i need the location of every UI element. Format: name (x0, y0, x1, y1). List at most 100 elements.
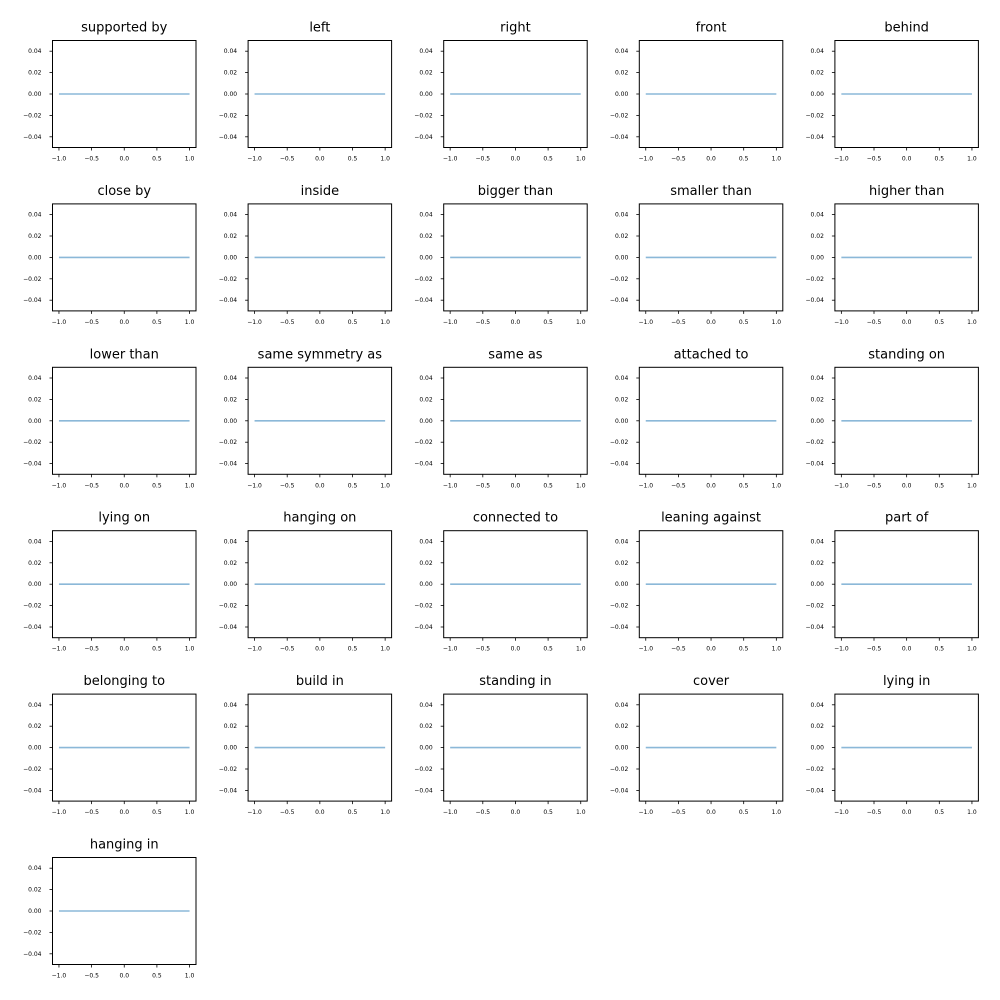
x-tick-label: 1.0 (185, 646, 195, 653)
y-tick-label: 0.04 (811, 702, 825, 709)
y-tick-label: −0.04 (23, 297, 42, 304)
subplot-title: leaning against (661, 511, 761, 526)
x-tick-label: 0.0 (511, 319, 521, 326)
subplot-title: build in (296, 674, 344, 689)
y-tick-label: −0.02 (219, 276, 238, 283)
x-tick-label: 0.0 (902, 809, 912, 816)
y-tick-label: −0.04 (610, 624, 629, 631)
y-tick-label: 0.00 (28, 254, 42, 261)
y-tick-label: −0.04 (806, 787, 825, 794)
x-tick-label: −1.0 (247, 646, 262, 653)
subplot-title: hanging on (283, 511, 356, 526)
x-tick-label: 0.5 (348, 156, 358, 163)
x-tick-label: 0.5 (152, 809, 162, 816)
y-tick-label: −0.04 (23, 951, 42, 958)
y-tick-label: 0.04 (615, 48, 629, 55)
x-tick-label: −0.5 (671, 156, 686, 163)
y-tick-label: 0.04 (224, 538, 238, 545)
y-tick-label: −0.04 (806, 461, 825, 468)
x-tick-label: −1.0 (443, 646, 458, 653)
x-tick-label: −0.5 (671, 809, 686, 816)
y-tick-label: 0.04 (615, 212, 629, 219)
x-tick-label: 1.0 (772, 809, 782, 816)
y-tick-label: 0.04 (28, 375, 42, 382)
subplot: smaller than 0.04 0.02 0.00 −0.02 −0.04 −1.0 −0… (610, 184, 784, 326)
y-tick-label: 0.00 (419, 745, 433, 752)
y-tick-label: −0.04 (806, 624, 825, 631)
x-tick-label: 0.5 (935, 319, 945, 326)
y-tick-label: −0.02 (610, 276, 629, 283)
subplot: right 0.04 0.02 0.00 −0.02 −0.04 −1.0 −0.5 0.0 0.… (414, 21, 588, 163)
y-tick-label: 0.04 (811, 48, 825, 55)
x-tick-label: −0.5 (867, 809, 882, 816)
y-tick-label: 0.02 (224, 70, 238, 77)
x-tick-label: 0.5 (739, 482, 749, 489)
y-tick-label: −0.02 (610, 603, 629, 610)
x-tick-label: −1.0 (52, 646, 67, 653)
y-tick-label: 0.02 (811, 723, 825, 730)
x-tick-label: −0.5 (280, 646, 295, 653)
y-tick-label: 0.00 (615, 254, 629, 261)
x-tick-label: −0.5 (476, 646, 491, 653)
x-tick-label: −0.5 (280, 809, 295, 816)
y-tick-label: −0.02 (23, 766, 42, 773)
x-tick-label: −0.5 (671, 646, 686, 653)
x-tick-label: −0.5 (671, 319, 686, 326)
x-tick-label: −0.5 (84, 482, 99, 489)
subplot: hanging on 0.04 0.02 0.00 −0.02 −0.04 −1.0 −0.5… (219, 511, 393, 653)
y-tick-label: 0.04 (419, 212, 433, 219)
y-tick-label: 0.00 (811, 581, 825, 588)
x-tick-label: 1.0 (380, 319, 390, 326)
y-tick-label: −0.04 (23, 787, 42, 794)
y-tick-label: 0.00 (224, 418, 238, 425)
y-tick-label: 0.02 (419, 233, 433, 240)
subplot: same symmetry as 0.04 0.02 0.00 −0.02 −0.04 −1… (219, 347, 393, 489)
subplot: bigger than 0.04 0.02 0.00 −0.02 −0.04 −1.0 −0.… (414, 184, 588, 326)
x-tick-label: 1.0 (967, 646, 977, 653)
y-tick-label: 0.02 (615, 560, 629, 567)
subplot-grid-figure: supported by 0.04 0.02 0.00 −0.02 −0.04 −1.0 −0… (23, 21, 979, 980)
x-tick-label: 0.0 (706, 482, 716, 489)
y-tick-label: −0.02 (414, 276, 433, 283)
subplot: standing in 0.04 0.02 0.00 −0.02 −0.04 −1.0 −0.… (414, 674, 588, 816)
y-tick-label: −0.02 (414, 112, 433, 119)
y-tick-label: 0.04 (419, 702, 433, 709)
x-tick-label: −0.5 (84, 646, 99, 653)
x-tick-label: 0.5 (935, 646, 945, 653)
x-tick-label: 1.0 (772, 156, 782, 163)
y-tick-label: −0.04 (414, 297, 433, 304)
y-tick-label: 0.00 (28, 418, 42, 425)
y-tick-label: 0.04 (419, 538, 433, 545)
y-tick-label: −0.04 (23, 134, 42, 141)
y-tick-label: 0.00 (224, 745, 238, 752)
subplot-title: smaller than (670, 184, 752, 199)
y-tick-label: 0.00 (224, 91, 238, 98)
subplot-title: standing on (868, 347, 945, 362)
x-tick-label: 0.5 (739, 156, 749, 163)
y-tick-label: 0.02 (615, 233, 629, 240)
x-tick-label: 0.0 (706, 646, 716, 653)
subplot: front 0.04 0.02 0.00 −0.02 −0.04 −1.0 −0.5 0.0 0.… (610, 21, 784, 163)
x-tick-label: 0.0 (706, 809, 716, 816)
subplot-title: inside (301, 184, 340, 199)
x-tick-label: 0.5 (348, 319, 358, 326)
y-tick-label: 0.02 (419, 70, 433, 77)
x-tick-label: −0.5 (476, 809, 491, 816)
subplot: standing on 0.04 0.02 0.00 −0.02 −0.04 −1.0 −0.… (806, 347, 979, 489)
x-tick-label: −0.5 (476, 319, 491, 326)
y-tick-label: −0.02 (23, 929, 42, 936)
x-tick-label: 1.0 (576, 482, 586, 489)
subplot-title: same symmetry as (258, 347, 383, 362)
x-tick-label: −0.5 (280, 482, 295, 489)
y-tick-label: 0.02 (224, 233, 238, 240)
x-tick-label: 0.5 (935, 809, 945, 816)
y-tick-label: −0.04 (414, 461, 433, 468)
x-tick-label: 1.0 (380, 482, 390, 489)
x-tick-label: −0.5 (867, 156, 882, 163)
x-tick-label: 0.0 (315, 809, 325, 816)
y-tick-label: 0.00 (28, 908, 42, 915)
x-tick-label: 0.5 (152, 973, 162, 980)
y-tick-label: 0.04 (28, 48, 42, 55)
y-tick-label: −0.02 (219, 439, 238, 446)
y-tick-label: 0.02 (28, 560, 42, 567)
